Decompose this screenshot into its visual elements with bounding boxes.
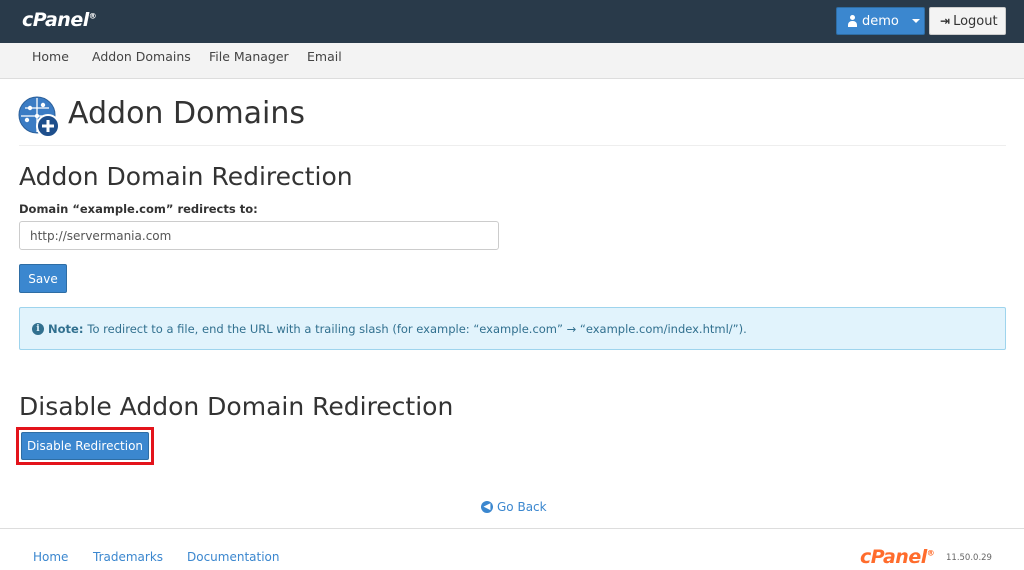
go-back-label: Go Back — [497, 500, 547, 514]
save-button[interactable]: Save — [19, 264, 67, 293]
breadcrumb-home[interactable]: Home — [32, 49, 69, 64]
note-text: To redirect to a file, end the URL with … — [87, 321, 747, 336]
user-menu-button[interactable]: demo — [836, 7, 925, 35]
info-icon: i — [32, 322, 44, 335]
logout-label: Logout — [953, 13, 998, 29]
breadcrumb-file-manager[interactable]: File Manager — [209, 49, 289, 64]
breadcrumb: Home Addon Domains File Manager Email — [0, 43, 1024, 79]
heading-divider — [19, 145, 1006, 146]
user-name: demo — [862, 13, 899, 29]
disable-redirection-button[interactable]: Disable Redirection — [21, 432, 149, 460]
go-back-link[interactable]: ◀ Go Back — [481, 500, 547, 514]
breadcrumb-addon-domains[interactable]: Addon Domains — [92, 49, 191, 64]
disable-redirection-heading: Disable Addon Domain Redirection — [19, 392, 454, 421]
arrow-left-circle-icon: ◀ — [481, 501, 493, 513]
user-icon — [847, 15, 858, 27]
footer-divider — [0, 528, 1024, 529]
redirect-url-input[interactable] — [19, 221, 499, 250]
logout-button[interactable]: ⇥ Logout — [929, 7, 1006, 35]
info-note: i Note: To redirect to a file, end the U… — [19, 307, 1006, 350]
version-number: 11.50.0.29 — [946, 553, 992, 563]
footer-link-trademarks[interactable]: Trademarks — [93, 550, 163, 564]
top-bar: cPanel® demo ⇥ Logout — [0, 0, 1024, 43]
addon-domains-globe-plus-icon — [18, 96, 60, 138]
chevron-down-icon — [911, 19, 920, 23]
redirect-field-label: Domain “example.com” redirects to: — [19, 202, 258, 216]
footer-cpanel-logo: cPanel® — [860, 546, 935, 568]
logout-icon: ⇥ — [940, 14, 951, 28]
footer-link-home[interactable]: Home — [33, 550, 68, 564]
breadcrumb-email[interactable]: Email — [307, 49, 342, 64]
redirection-heading: Addon Domain Redirection — [19, 162, 353, 191]
cpanel-logo[interactable]: cPanel® — [22, 9, 97, 31]
page-title: Addon Domains — [68, 96, 306, 131]
footer-link-documentation[interactable]: Documentation — [187, 550, 280, 564]
note-label: Note: — [48, 321, 84, 336]
